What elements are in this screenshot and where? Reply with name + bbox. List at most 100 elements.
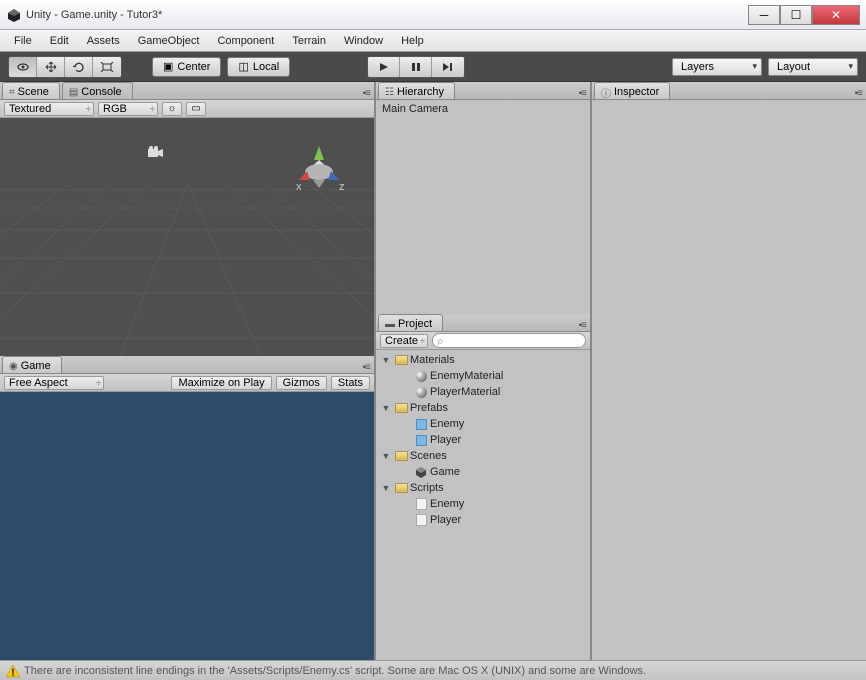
menu-assets[interactable]: Assets	[79, 32, 128, 50]
project-item[interactable]: EnemyMaterial	[380, 368, 586, 384]
project-search-input[interactable]	[432, 333, 586, 348]
scale-tool-button[interactable]	[93, 57, 121, 77]
inspector-tab-row: ⓘInspector ▪≡	[592, 82, 866, 100]
project-folder-label: Prefabs	[410, 402, 448, 414]
rotate-tool-button[interactable]	[65, 57, 93, 77]
hierarchy-tab-icon: ☷	[385, 87, 394, 98]
scene-render-mode[interactable]: RGB	[98, 102, 158, 116]
tab-console[interactable]: ▤Console	[62, 82, 133, 99]
menu-window[interactable]: Window	[336, 32, 391, 50]
tab-hierarchy-label: Hierarchy	[397, 86, 444, 98]
step-button[interactable]	[432, 57, 464, 77]
close-button[interactable]: ✕	[812, 5, 860, 25]
project-item-label: Player	[430, 434, 461, 446]
scene-orientation-gizmo[interactable]: x z	[284, 138, 354, 208]
game-pane-menu[interactable]: ▪≡	[363, 362, 370, 373]
center-icon: ▣	[163, 60, 173, 73]
menu-gameobject[interactable]: GameObject	[130, 32, 208, 50]
menu-file[interactable]: File	[6, 32, 40, 50]
project-folder[interactable]: ▼ Scenes	[380, 448, 586, 464]
layout-label: Layout	[777, 61, 810, 73]
tab-inspector-label: Inspector	[614, 86, 659, 98]
minimize-button[interactable]: ─	[748, 5, 780, 25]
transform-tool-group	[8, 56, 122, 78]
scene-tab-icon: ⌗	[9, 87, 15, 98]
pause-button[interactable]	[400, 57, 432, 77]
hierarchy-pane-menu[interactable]: ▪≡	[579, 88, 586, 99]
scene-audio-toggle[interactable]: ▭	[186, 102, 206, 116]
project-panel[interactable]: ▼MaterialsEnemyMaterialPlayerMaterial ▼ Pr…	[376, 350, 590, 660]
scene-view[interactable]: x z	[0, 118, 374, 356]
hierarchy-item-label: Main Camera	[382, 103, 448, 115]
status-bar[interactable]: ! There are inconsistent line endings in…	[0, 660, 866, 680]
move-tool-button[interactable]	[37, 57, 65, 77]
hand-tool-button[interactable]	[9, 57, 37, 77]
project-create-dropdown[interactable]: Create	[380, 334, 428, 348]
tab-game[interactable]: ◉Game	[2, 356, 62, 373]
window-title: Unity - Game.unity - Tutor3*	[26, 9, 162, 21]
menu-bar: File Edit Assets GameObject Component Te…	[0, 30, 866, 52]
scene-light-toggle[interactable]: ☼	[162, 102, 182, 116]
game-maximize-label: Maximize on Play	[178, 377, 264, 389]
project-item-label: Player	[430, 514, 461, 526]
project-folder[interactable]: ▼Scripts	[380, 480, 586, 496]
project-item[interactable]: Player	[380, 432, 586, 448]
inspector-pane-menu[interactable]: ▪≡	[855, 88, 862, 99]
expand-arrow-icon[interactable]: ▼	[380, 355, 392, 365]
inspector-panel[interactable]	[592, 100, 866, 660]
game-maximize-toggle[interactable]: Maximize on Play	[171, 376, 271, 390]
project-item-label: Enemy	[430, 418, 464, 430]
inspector-tab-icon: ⓘ	[601, 85, 611, 100]
app-icon	[6, 7, 22, 23]
scene-draw-mode[interactable]: Textured	[4, 102, 94, 116]
layout-dropdown[interactable]: Layout	[768, 58, 858, 76]
game-gizmos-label: Gizmos	[283, 377, 320, 389]
folder-icon	[394, 354, 408, 366]
hierarchy-item[interactable]: Main Camera	[380, 102, 586, 116]
status-message: There are inconsistent line endings in t…	[24, 665, 646, 677]
tab-project-label: Project	[398, 318, 432, 330]
tab-scene[interactable]: ⌗Scene	[2, 82, 60, 99]
layers-dropdown[interactable]: Layers	[672, 58, 762, 76]
game-tab-row: ◉Game ▪≡	[0, 356, 374, 374]
tab-inspector[interactable]: ⓘInspector	[594, 82, 670, 99]
tab-console-label: Console	[81, 86, 121, 98]
gizmo-z-label: z	[339, 181, 345, 193]
project-item[interactable]: Enemy	[380, 416, 586, 432]
project-tab-row: ▬Project ▪≡	[376, 314, 590, 332]
play-button[interactable]	[368, 57, 400, 77]
pivot-center-button[interactable]: ▣ Center	[152, 57, 221, 77]
expand-arrow-icon[interactable]: ▼	[380, 483, 392, 493]
menu-help[interactable]: Help	[393, 32, 432, 50]
project-folder-label: Scenes	[410, 450, 447, 462]
project-item[interactable]: Game	[380, 464, 586, 480]
project-folder[interactable]: ▼ Prefabs	[380, 400, 586, 416]
game-gizmos-toggle[interactable]: Gizmos	[276, 376, 327, 390]
project-item[interactable]: Enemy	[380, 496, 586, 512]
project-pane-menu[interactable]: ▪≡	[579, 320, 586, 331]
project-create-label: Create	[385, 335, 418, 347]
expand-arrow-icon[interactable]: ▼	[380, 451, 392, 461]
pivot-local-button[interactable]: ◫ Local	[227, 57, 290, 77]
menu-terrain[interactable]: Terrain	[284, 32, 334, 50]
gizmo-x-label: x	[296, 181, 302, 193]
menu-component[interactable]: Component	[209, 32, 282, 50]
tab-hierarchy[interactable]: ☷Hierarchy	[378, 82, 455, 99]
project-toolbar: Create	[376, 332, 590, 350]
menu-edit[interactable]: Edit	[42, 32, 77, 50]
project-folder[interactable]: ▼Materials	[380, 352, 586, 368]
project-item[interactable]: PlayerMaterial	[380, 384, 586, 400]
scene-pane-menu[interactable]: ▪≡	[363, 88, 370, 99]
layers-label: Layers	[681, 61, 714, 73]
tab-project[interactable]: ▬Project	[378, 314, 443, 331]
game-stats-label: Stats	[338, 377, 363, 389]
game-aspect-dropdown[interactable]: Free Aspect	[4, 376, 104, 390]
camera-gizmo-icon[interactable]	[145, 146, 165, 163]
project-item[interactable]: Player	[380, 512, 586, 528]
game-stats-toggle[interactable]: Stats	[331, 376, 370, 390]
maximize-button[interactable]: ☐	[780, 5, 812, 25]
game-view[interactable]	[0, 392, 374, 660]
expand-arrow-icon[interactable]: ▼	[380, 403, 392, 413]
game-aspect-label: Free Aspect	[9, 377, 68, 389]
hierarchy-panel[interactable]: Main Camera	[376, 100, 590, 314]
